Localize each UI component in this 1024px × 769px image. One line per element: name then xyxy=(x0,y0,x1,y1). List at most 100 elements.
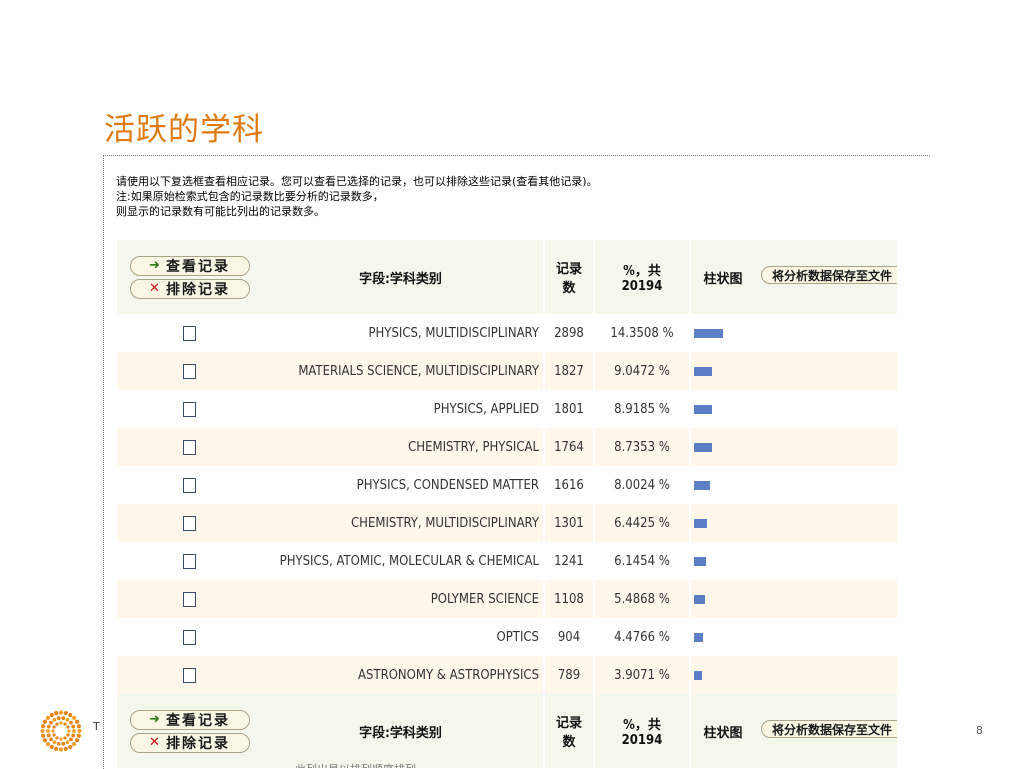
histogram-bar xyxy=(694,404,712,414)
subject-category-cell: PHYSICS, CONDENSED MATTER xyxy=(262,466,543,504)
histogram-bar xyxy=(694,670,702,680)
percent-cell: 8.9185 % xyxy=(595,390,689,428)
count-header-line-1: 记录 xyxy=(555,262,582,277)
x-mark-icon: ✕ xyxy=(149,735,160,750)
row-checkbox[interactable] xyxy=(183,477,196,493)
percent-header: %，共 20194 xyxy=(595,240,689,314)
bar-cell xyxy=(691,466,755,504)
histogram-bar xyxy=(694,328,723,338)
count-header-bottom: 记录 数 xyxy=(545,694,593,768)
sun-logo-icon xyxy=(40,710,82,752)
analysis-panel: 请使用以下复选框查看相应记录。您可以查看已选择的记录，也可以排除这些记录(查看其… xyxy=(103,155,930,769)
table-row: PHYSICS, ATOMIC, MOLECULAR & CHEMICAL 124… xyxy=(117,542,897,580)
subject-category-cell: MATERIALS SCIENCE, MULTIDISCIPLINARY xyxy=(262,352,543,390)
table-footer-row: ➜ 查看记录 ✕ 排除记录 字段:学科类别 记录 数 %，共 20194 柱状图… xyxy=(117,694,897,768)
bar-cell xyxy=(691,656,755,694)
exclude-records-label: 排除记录 xyxy=(165,735,230,752)
table-row: OPTICS 904 4.4766 % xyxy=(117,618,897,656)
percent-cell: 14.3508 % xyxy=(595,314,689,352)
row-checkbox[interactable] xyxy=(183,363,196,379)
footer-note: 此列出是以排列顺序排列... xyxy=(295,761,427,768)
table-row: POLYMER SCIENCE 1108 5.4868 % xyxy=(117,580,897,618)
save-analysis-button[interactable]: 将分析数据保存至文件 xyxy=(761,266,897,284)
checkbox-cell xyxy=(117,390,262,428)
subject-category-cell: CHEMISTRY, PHYSICAL xyxy=(262,428,543,466)
histogram-bar xyxy=(694,632,703,642)
save-cell: 将分析数据保存至文件 xyxy=(755,240,897,314)
histogram-bar xyxy=(694,366,712,376)
percent-cell: 9.0472 % xyxy=(595,352,689,390)
checkbox-cell xyxy=(117,352,262,390)
table-header-row: ➜ 查看记录 ✕ 排除记录 字段:学科类别 记录 数 %，共 20194 柱状图… xyxy=(117,240,897,314)
arrow-right-icon: ➜ xyxy=(149,258,160,273)
action-buttons-cell: ➜ 查看记录 ✕ 排除记录 xyxy=(117,240,262,314)
subject-category-cell: OPTICS xyxy=(262,618,543,656)
histogram-bar xyxy=(694,594,705,604)
save-analysis-button-bottom[interactable]: 将分析数据保存至文件 xyxy=(761,720,897,738)
row-checkbox[interactable] xyxy=(183,591,196,607)
table-row: MATERIALS SCIENCE, MULTIDISCIPLINARY 1827… xyxy=(117,352,897,390)
field-header-bottom: 字段:学科类别 xyxy=(262,694,543,768)
exclude-records-button[interactable]: ✕ 排除记录 xyxy=(129,278,250,299)
percent-cell: 6.4425 % xyxy=(595,504,689,542)
subject-category-cell: PHYSICS, ATOMIC, MOLECULAR & CHEMICAL xyxy=(262,542,543,580)
percent-header-bottom: %，共 20194 xyxy=(595,694,689,768)
histogram-bar xyxy=(694,442,712,452)
row-checkbox[interactable] xyxy=(183,667,196,683)
record-count-cell: 1827 xyxy=(545,352,593,390)
bar-header: 柱状图 xyxy=(691,240,755,314)
percent-header-line-1: %，共 xyxy=(623,264,661,279)
exclude-records-button-bottom[interactable]: ✕ 排除记录 xyxy=(129,732,250,753)
bar-cell xyxy=(691,352,755,390)
view-records-label: 查看记录 xyxy=(165,712,230,729)
checkbox-cell xyxy=(117,580,262,618)
field-header: 字段:学科类别 xyxy=(262,240,543,314)
count-header-line-2: 数 xyxy=(562,735,576,750)
record-count-cell: 1301 xyxy=(545,504,593,542)
instruction-line-3: 则显示的记录数有可能比列出的记录数多。 xyxy=(116,205,325,218)
histogram-bar xyxy=(694,518,707,528)
percent-header-line-2: 20194 xyxy=(621,733,663,748)
count-header-line-1: 记录 xyxy=(555,716,582,731)
percent-cell: 6.1454 % xyxy=(595,542,689,580)
arrow-right-icon: ➜ xyxy=(149,712,160,727)
percent-cell: 8.0024 % xyxy=(595,466,689,504)
instruction-line-1: 请使用以下复选框查看相应记录。您可以查看已选择的记录，也可以排除这些记录(查看其… xyxy=(116,175,598,188)
instruction-line-2: 注:如果原始检索式包含的记录数比要分析的记录数多， xyxy=(116,190,384,203)
checkbox-cell xyxy=(117,314,262,352)
subject-category-cell: POLYMER SCIENCE xyxy=(262,580,543,618)
view-records-button[interactable]: ➜ 查看记录 xyxy=(129,255,250,276)
table-row: CHEMISTRY, MULTIDISCIPLINARY 1301 6.4425 % xyxy=(117,504,897,542)
checkbox-cell xyxy=(117,656,262,694)
row-checkbox[interactable] xyxy=(183,515,196,531)
checkbox-cell xyxy=(117,542,262,580)
percent-header-line-2: 20194 xyxy=(621,279,663,294)
view-records-button-bottom[interactable]: ➜ 查看记录 xyxy=(129,709,250,730)
subject-category-cell: CHEMISTRY, MULTIDISCIPLINARY xyxy=(262,504,543,542)
bar-header-bottom: 柱状图 xyxy=(691,694,755,768)
count-header: 记录 数 xyxy=(545,240,593,314)
checkbox-cell xyxy=(117,618,262,656)
histogram-bar xyxy=(694,480,710,490)
percent-cell: 3.9071 % xyxy=(595,656,689,694)
bar-cell xyxy=(691,580,755,618)
logo-text: T xyxy=(93,720,100,733)
exclude-records-label: 排除记录 xyxy=(165,281,230,298)
row-checkbox[interactable] xyxy=(183,439,196,455)
row-checkbox[interactable] xyxy=(183,401,196,417)
bar-cell xyxy=(691,504,755,542)
row-checkbox[interactable] xyxy=(183,629,196,645)
table-row: CHEMISTRY, PHYSICAL 1764 8.7353 % xyxy=(117,428,897,466)
row-checkbox[interactable] xyxy=(183,553,196,569)
record-count-cell: 1108 xyxy=(545,580,593,618)
save-cell-bottom: 将分析数据保存至文件 xyxy=(755,694,897,768)
subject-category-cell: ASTRONOMY & ASTROPHYSICS xyxy=(262,656,543,694)
row-checkbox[interactable] xyxy=(183,325,196,341)
record-count-cell: 904 xyxy=(545,618,593,656)
view-records-label: 查看记录 xyxy=(165,258,230,275)
record-count-cell: 1764 xyxy=(545,428,593,466)
count-header-line-2: 数 xyxy=(562,281,576,296)
table-row: ASTRONOMY & ASTROPHYSICS 789 3.9071 % xyxy=(117,656,897,694)
bar-cell xyxy=(691,390,755,428)
x-mark-icon: ✕ xyxy=(149,281,160,296)
